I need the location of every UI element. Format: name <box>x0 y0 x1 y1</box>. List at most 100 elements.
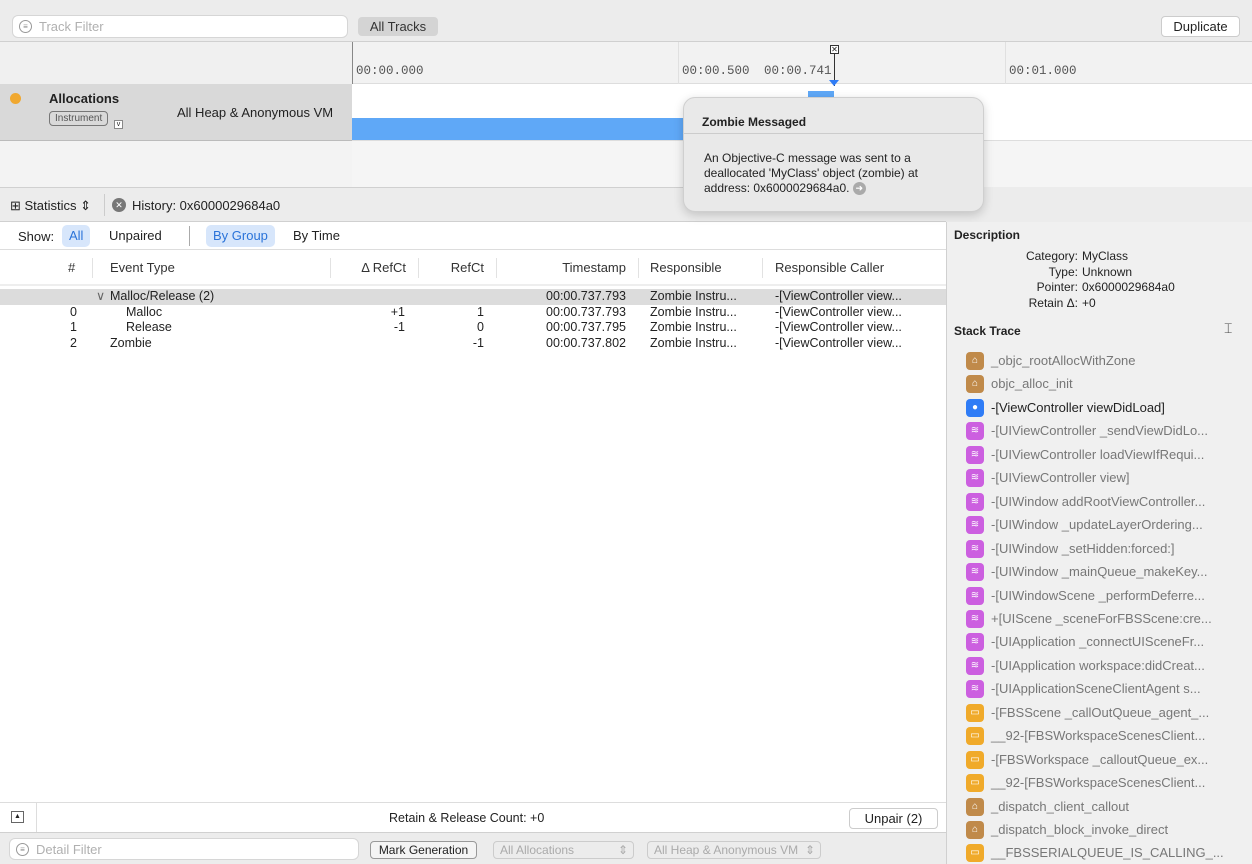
cell-delta-refct: -1 <box>393 320 405 334</box>
library-icon: ⌂ <box>966 821 984 839</box>
tick-label: 00:00.741 <box>764 64 832 78</box>
stack-frame-label: _objc_rootAllocWithZone <box>991 353 1136 368</box>
show-filter-bar: Show: All Unpaired By Group By Time <box>0 222 946 250</box>
allocations-track-header[interactable]: Allocations Instrument v All Heap & Anon… <box>0 84 352 141</box>
chevron-down-icon[interactable]: ∨ <box>96 289 105 305</box>
description-key: Pointer: <box>1036 280 1078 295</box>
expand-stack-icon[interactable]: ⌶ <box>1224 320 1232 337</box>
track-filter-input[interactable]: ≡ Track Filter <box>12 15 348 38</box>
divider <box>104 194 105 216</box>
framework-icon: ≋ <box>966 469 984 488</box>
by-time-button[interactable]: By Time <box>286 225 347 247</box>
tick-label: 00:00.000 <box>356 64 424 78</box>
cell-number: 1 <box>70 320 77 334</box>
table-row[interactable]: 2 Zombie -1 00:00.737.802 Zombie Instru..… <box>0 336 946 352</box>
framework-icon: ≋ <box>966 539 984 558</box>
instrument-badge[interactable]: Instrument <box>49 111 109 126</box>
description-key: Type: <box>1048 264 1078 279</box>
detail-filter-input[interactable]: ≡ Detail Filter <box>9 838 359 860</box>
mark-generation-button[interactable]: Mark Generation <box>370 841 477 859</box>
cell-refct: -1 <box>472 336 484 350</box>
frontboard-icon: ▭ <box>966 750 984 769</box>
column-header-delta-refct[interactable]: Δ RefCt <box>361 260 406 275</box>
divider <box>36 803 37 833</box>
cell-responsible: Zombie Instru... <box>650 305 737 319</box>
marker-icon <box>829 80 839 86</box>
description-value: +0 <box>1082 296 1096 311</box>
stack-frame-label: -[UIViewController view] <box>991 470 1130 486</box>
framework-icon: ≋ <box>966 609 984 628</box>
show-all-button[interactable]: All <box>62 225 91 247</box>
column-header-refct[interactable]: RefCt <box>451 260 484 275</box>
show-unpaired-button[interactable]: Unpaired <box>102 225 169 247</box>
detail-filter-bar: ≡ Detail Filter Mark Generation All Alloc… <box>0 832 946 864</box>
column-header-event-type[interactable]: Event Type <box>110 260 175 275</box>
all-tracks-button[interactable]: All Tracks <box>358 17 438 36</box>
description-key: Category: <box>1025 249 1078 263</box>
description-value: MyClass <box>1082 249 1129 263</box>
table-row[interactable]: 1 Release -1 0 00:00.737.795 Zombie Instr… <box>0 320 946 336</box>
allocations-select[interactable]: All Allocations ⇕ <box>493 841 634 859</box>
column-header-number[interactable]: # <box>68 260 75 275</box>
cell-timestamp: 00:00.737.795 <box>546 320 626 334</box>
frontboard-icon: ▭ <box>966 727 984 746</box>
library-icon: ⌂ <box>966 797 984 816</box>
track-name: Allocations <box>49 91 120 106</box>
framework-icon: ≋ <box>966 586 984 605</box>
history-breadcrumb[interactable]: History: 0x6000029684a0 <box>132 198 280 213</box>
framework-icon: ≋ <box>966 492 984 511</box>
cell-event-type: Malloc <box>126 305 163 319</box>
cell-number: 2 <box>70 336 77 350</box>
cell-timestamp: 00:00.737.793 <box>546 289 626 303</box>
stack-frame-label: -[UIApplication workspace:didCreat... <box>991 657 1205 673</box>
by-group-button[interactable]: By Group <box>206 225 275 247</box>
tick-label: 00:00.500 <box>682 64 750 78</box>
frontboard-icon: ▭ <box>966 774 984 793</box>
popover-title: Zombie Messaged <box>702 115 807 129</box>
allocations-icon <box>10 93 21 104</box>
stack-frame-label: -[FBSScene _callOutQueue_agent_... <box>991 704 1210 720</box>
stack-frame-label: _dispatch_block_invoke_direct <box>991 822 1169 837</box>
framework-icon: ≋ <box>966 445 984 464</box>
stack-frame-label: -[UIViewController _sendViewDidLo... <box>991 423 1209 439</box>
stack-frame-label: objc_alloc_init <box>991 376 1073 392</box>
framework-icon: ≋ <box>966 656 984 675</box>
cell-delta-refct: +1 <box>390 305 405 319</box>
cell-responsible-caller: -[ViewController view... <box>775 289 902 303</box>
unpair-button[interactable]: Unpair (2) <box>849 808 938 829</box>
chevron-down-icon[interactable]: v <box>114 120 123 129</box>
filter-icon: ≡ <box>16 843 29 856</box>
heap-select[interactable]: All Heap & Anonymous VM ⇕ <box>647 841 821 859</box>
frontboard-icon: ▭ <box>966 703 984 722</box>
column-header-timestamp[interactable]: Timestamp <box>562 260 626 275</box>
stack-frame-label: -[FBSWorkspace _calloutQueue_ex... <box>991 751 1209 767</box>
arrow-right-circle-icon[interactable]: ➜ <box>852 182 866 196</box>
zombie-flag-icon[interactable]: ✕ <box>830 45 839 54</box>
library-icon: ⌂ <box>966 352 984 370</box>
description-heading: Description <box>954 228 1021 242</box>
cell-event-type: Zombie <box>110 336 152 350</box>
column-header-responsible-caller[interactable]: Responsible Caller <box>775 260 884 275</box>
description-value: 0x6000029684a0 <box>1082 280 1175 295</box>
empty-track-left <box>0 141 352 187</box>
statistics-dropdown[interactable]: ⊞ Statistics ⇕ <box>10 198 91 214</box>
group-row[interactable]: ∨ Malloc/Release (2) 00:00.737.793 Zombie… <box>0 289 946 305</box>
cell-number: 0 <box>70 305 77 319</box>
stack-frame-label: +[UIScene _sceneForFBSScene:cre... <box>991 610 1212 626</box>
cell-refct: 0 <box>477 320 484 334</box>
stack-trace-heading: Stack Trace <box>954 324 1021 338</box>
framework-icon: ≋ <box>966 680 984 699</box>
toggle-panel-icon[interactable]: ▲ <box>11 811 24 823</box>
cell-responsible: Zombie Instru... <box>650 320 737 334</box>
stack-frame-label: -[UIWindow _setHidden:forced:] <box>991 540 1175 556</box>
framework-icon: ≋ <box>966 563 984 582</box>
table-row[interactable]: 0 Malloc +1 1 00:00.737.793 Zombie Instru… <box>0 305 946 321</box>
close-icon[interactable]: ✕ <box>112 198 126 212</box>
duplicate-button[interactable]: Duplicate <box>1161 16 1240 37</box>
column-header-responsible[interactable]: Responsible <box>650 260 722 275</box>
cell-responsible-caller: -[ViewController view... <box>775 305 902 319</box>
cell-event-type: Release <box>126 320 172 334</box>
cell-event-type: Malloc/Release (2) <box>110 289 215 303</box>
ruler-left <box>0 42 352 84</box>
filter-icon: ≡ <box>19 20 32 33</box>
